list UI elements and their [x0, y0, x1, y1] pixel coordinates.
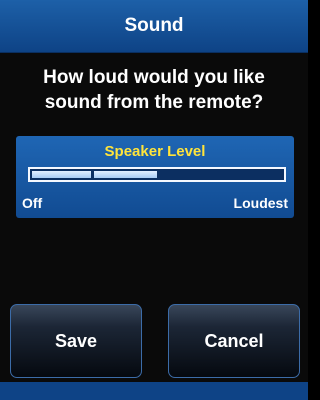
cancel-button-label: Cancel [204, 330, 264, 351]
sound-settings-screen: Sound How loud would you like sound from… [0, 0, 308, 400]
speaker-level-label: Speaker Level [104, 143, 206, 160]
scale-min-label: Off [22, 195, 43, 211]
speaker-level-panel: Speaker Level Off Loudest [16, 136, 294, 218]
save-button[interactable]: Save [10, 304, 142, 378]
volume-question: How loud would you like sound from the r… [43, 67, 265, 113]
bottom-bar [0, 382, 308, 400]
screen-title: Sound [124, 15, 184, 36]
cancel-button[interactable]: Cancel [168, 304, 300, 378]
scale-max-label: Loudest [233, 195, 288, 211]
speaker-level-slider[interactable] [28, 167, 286, 182]
speaker-level-fill [32, 171, 157, 178]
speaker-level-segment-divider [91, 170, 94, 179]
title-bar: Sound [0, 0, 308, 53]
save-button-label: Save [54, 330, 98, 351]
